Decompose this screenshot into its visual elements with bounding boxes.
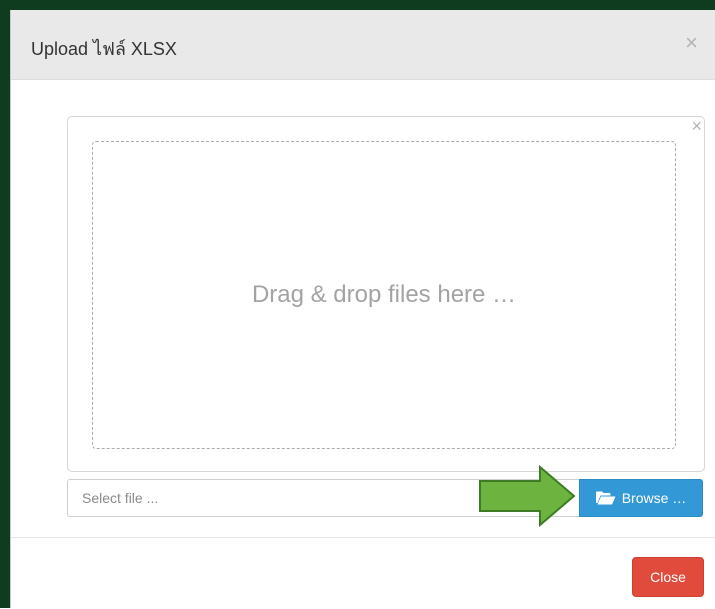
upload-modal: Upload ไฟล์ XLSX × × Drag & drop files h… [10,10,715,608]
drop-area-text: Drag & drop files here … [251,281,517,308]
file-caption-placeholder: Select file ... [82,490,159,506]
modal-footer: Close [11,537,715,609]
file-preview-zone: × Drag & drop files here … [67,116,705,472]
browse-button[interactable]: Browse … [579,479,703,517]
green-arrow-annotation [479,465,576,527]
modal-title: Upload ไฟล์ XLSX [31,39,177,59]
modal-header: Upload ไฟล์ XLSX × [11,10,715,80]
close-button-label: Close [650,569,686,585]
clear-files-icon[interactable]: × [691,117,702,135]
file-input-group: Select file ... Browse … [67,479,703,517]
drop-area[interactable]: Drag & drop files here … [92,141,676,449]
folder-open-icon [595,491,616,505]
close-button[interactable]: Close [632,557,704,597]
modal-close-icon[interactable]: × [685,32,698,54]
browse-button-label: Browse … [621,490,687,506]
